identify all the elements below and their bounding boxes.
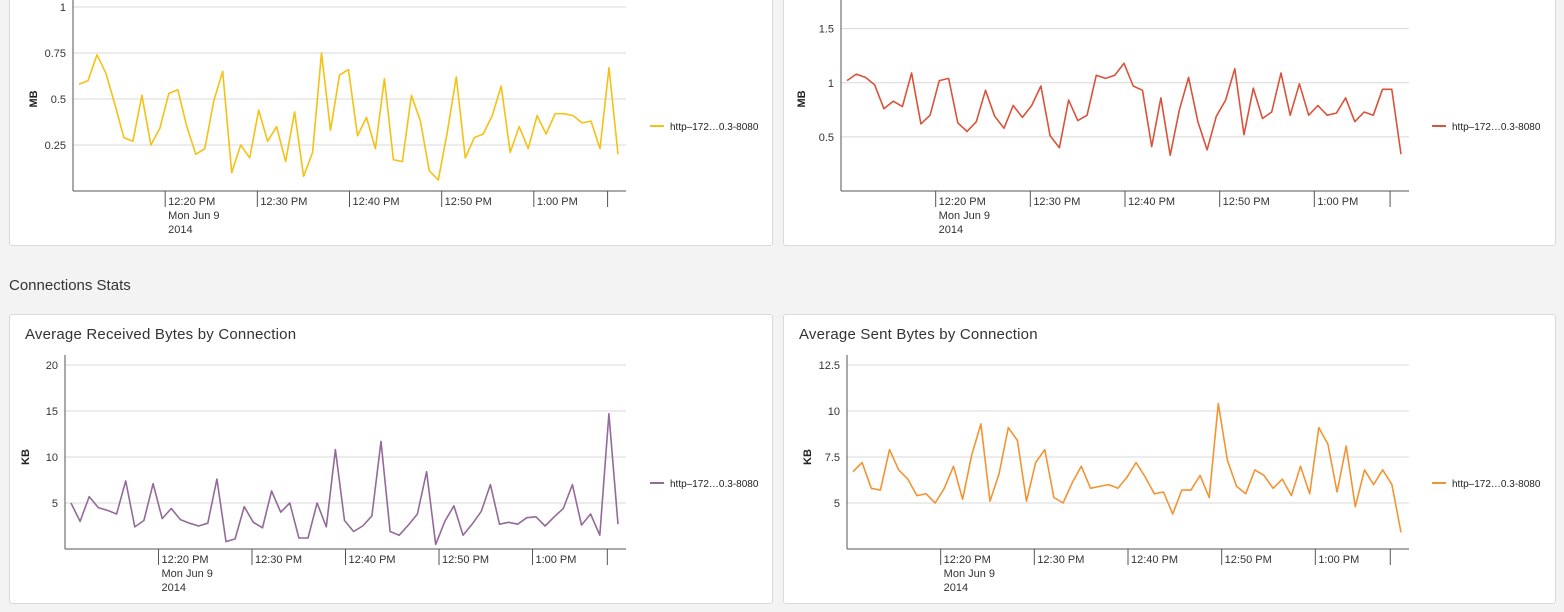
y-tick-label: 0.5 bbox=[51, 94, 66, 106]
y-tick-label: 10 bbox=[46, 452, 58, 464]
x-tick-label: 12:20 PM bbox=[162, 554, 209, 566]
section-title: Connections Stats bbox=[9, 277, 131, 294]
x-tick-label: 12:30 PM bbox=[260, 196, 307, 208]
x-tick-label: 12:40 PM bbox=[1131, 554, 1178, 566]
y-tick-label: 20 bbox=[46, 360, 58, 372]
x-tick-label: 1:00 PM bbox=[1318, 554, 1359, 566]
chart-svg-received-bytes: 20 15 10 5 KB 12:20 PM 12:30 PM 12:40 PM 12:50 P… bbox=[20, 355, 759, 594]
x-year-label: 2014 bbox=[944, 582, 968, 594]
legend-label: http–172…0.3-8080 bbox=[1452, 122, 1541, 133]
y-tick-label: 7.5 bbox=[825, 452, 840, 464]
x-tick-label: 12:20 PM bbox=[168, 196, 215, 208]
x-year-label: 2014 bbox=[939, 224, 963, 236]
x-date-label: Mon Jun 9 bbox=[168, 210, 219, 222]
x-year-label: 2014 bbox=[168, 224, 192, 236]
x-tick-label: 1:00 PM bbox=[537, 196, 578, 208]
y-tick-label: 0.75 bbox=[45, 48, 66, 60]
y-tick-label: 12.5 bbox=[819, 360, 840, 372]
series-line bbox=[852, 402, 1402, 533]
x-tick-label: 12:30 PM bbox=[255, 554, 302, 566]
chart-panel-top-left: 1 0.75 0.5 0.25 MB 12:20 PM 12:30 PM 12:40 PM 12… bbox=[9, 0, 773, 246]
chart-svg-top-left: 1 0.75 0.5 0.25 MB 12:20 PM 12:30 PM 12:40 PM 12… bbox=[28, 0, 759, 236]
x-tick-label: 12:20 PM bbox=[939, 196, 986, 208]
y-tick-label: 0.25 bbox=[45, 140, 66, 152]
y-axis-label: KB bbox=[802, 449, 814, 465]
x-date-label: Mon Jun 9 bbox=[944, 568, 995, 580]
legend-label: http–172…0.3-8080 bbox=[670, 122, 759, 133]
chart-svg-top-right: 1.5 1 0.5 MB 12:20 PM 12:30 PM 12:40 PM 12:50 P… bbox=[796, 0, 1541, 236]
series-line bbox=[78, 52, 619, 181]
x-tick-label: 12:40 PM bbox=[349, 554, 396, 566]
x-tick-label: 12:20 PM bbox=[944, 554, 991, 566]
x-tick-label: 12:40 PM bbox=[1128, 196, 1175, 208]
x-tick-label: 12:50 PM bbox=[1225, 554, 1272, 566]
y-tick-label: 1.5 bbox=[819, 24, 834, 36]
series-line bbox=[70, 413, 619, 546]
y-tick-label: 15 bbox=[46, 406, 58, 418]
x-tick-label: 12:50 PM bbox=[442, 554, 489, 566]
chart-panel-top-right: 1.5 1 0.5 MB 12:20 PM 12:30 PM 12:40 PM 12:50 P… bbox=[783, 0, 1556, 246]
y-tick-label: 10 bbox=[828, 406, 840, 418]
x-tick-label: 12:30 PM bbox=[1037, 554, 1084, 566]
x-tick-label: 12:50 PM bbox=[1223, 196, 1270, 208]
y-axis-label: MB bbox=[796, 90, 808, 107]
chart-svg-sent-bytes: 12.5 10 7.5 5 KB 12:20 PM 12:30 PM 12:40 PM 12:5… bbox=[802, 355, 1541, 594]
y-tick-label: 1 bbox=[60, 2, 66, 14]
legend-label: http–172…0.3-8080 bbox=[670, 479, 759, 490]
chart-panel-sent-bytes: Average Sent Bytes by Connection 12.5 10 7… bbox=[783, 314, 1556, 604]
y-tick-label: 5 bbox=[52, 498, 58, 510]
x-tick-label: 12:50 PM bbox=[445, 196, 492, 208]
x-year-label: 2014 bbox=[162, 582, 186, 594]
series-line bbox=[846, 62, 1402, 157]
y-tick-label: 1 bbox=[828, 78, 834, 90]
x-date-label: Mon Jun 9 bbox=[162, 568, 213, 580]
x-tick-label: 1:00 PM bbox=[535, 554, 576, 566]
x-date-label: Mon Jun 9 bbox=[939, 210, 990, 222]
x-tick-label: 12:40 PM bbox=[353, 196, 400, 208]
y-axis-label: MB bbox=[28, 90, 40, 107]
y-axis-label: KB bbox=[20, 449, 32, 465]
chart-panel-received-bytes: Average Received Bytes by Connection 20 1… bbox=[9, 314, 773, 604]
x-tick-label: 12:30 PM bbox=[1033, 196, 1080, 208]
y-tick-label: 0.5 bbox=[819, 132, 834, 144]
y-tick-label: 5 bbox=[834, 498, 840, 510]
legend-label: http–172…0.3-8080 bbox=[1452, 479, 1541, 490]
x-tick-label: 1:00 PM bbox=[1317, 196, 1358, 208]
